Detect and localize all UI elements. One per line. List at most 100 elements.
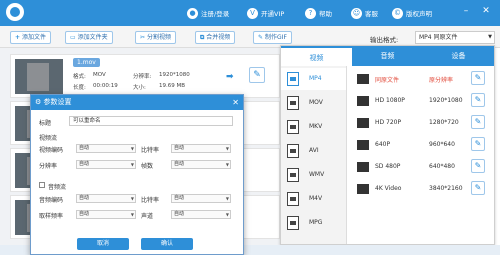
copyright-label: 版权声明 (406, 10, 432, 18)
preset-row[interactable]: HD 1080P 1920*1080 ✎ (357, 92, 489, 110)
cancel-button[interactable]: 取消 (77, 238, 129, 250)
copyright-button[interactable]: © 版权声明 (392, 6, 432, 20)
make-gif-label: 制作GIF (265, 34, 287, 41)
bitrate-select[interactable]: 自动 (171, 144, 231, 153)
preset-resolution: 1280*720 (429, 119, 459, 126)
title-input[interactable]: 可以重命名 (69, 116, 233, 126)
dialog-header: ⚙ 参数设置 ✕ (31, 95, 243, 110)
audio-bitrate-select[interactable]: 自动 (171, 194, 231, 203)
preset-name: HD 1080P (375, 97, 405, 104)
preset-row[interactable]: HD 720P 1280*720 ✎ (357, 114, 489, 132)
dialog-title: 参数设置 (43, 98, 72, 106)
video-codec-select[interactable]: 自动 (76, 144, 136, 153)
video-thumbnail (15, 59, 63, 94)
vip-button[interactable]: V 开通VIP (247, 6, 284, 20)
format-item-m4v[interactable]: M4V (281, 188, 346, 210)
user-icon: ● (187, 7, 198, 19)
make-gif-button[interactable]: ✎ 制作GIF (253, 31, 292, 44)
film-icon (357, 162, 369, 172)
login-label: 注册/登录 (201, 10, 230, 18)
login-button[interactable]: ● 注册/登录 (187, 6, 229, 20)
preset-edit-button[interactable]: ✎ (471, 93, 485, 107)
audio-stream-checkbox[interactable] (39, 182, 45, 188)
resolution-select[interactable]: 自动 (76, 160, 136, 169)
preset-edit-button[interactable]: ✎ (471, 71, 485, 85)
format-item-mp4[interactable]: MP4 (281, 68, 346, 90)
help-label: 帮助 (319, 10, 332, 18)
convert-arrow-icon: ➡ (226, 72, 234, 82)
film-icon (357, 96, 369, 106)
format-label: M4V (309, 195, 323, 202)
preset-resolution: 3840*2160 (429, 185, 463, 192)
preset-row[interactable]: 同原文件 原分辨率 ✎ (357, 70, 489, 88)
audio-codec-select[interactable]: 自动 (76, 194, 136, 203)
preset-row[interactable]: 640P 960*640 ✎ (357, 136, 489, 154)
samplerate-select[interactable]: 自动 (76, 210, 136, 219)
copyright-icon: © (392, 7, 403, 19)
add-folder-button[interactable]: ▭ 添加文件夹 (65, 31, 113, 44)
format-label: MKV (309, 123, 323, 130)
split-video-label: 分割视频 (147, 34, 172, 41)
video-codec-label: 视频编码 (39, 147, 64, 154)
preset-row[interactable]: 4K Video 3840*2160 ✎ (357, 180, 489, 198)
video-file-icon (287, 120, 299, 134)
preset-name: SD 480P (375, 163, 401, 170)
format-label: MPG (309, 219, 323, 226)
format-panel: 视频 音频 设备 MP4 MOV MKV AVI WMV M4V MPG 同原文… (280, 45, 495, 245)
preset-edit-button[interactable]: ✎ (471, 115, 485, 129)
add-file-label: 添加文件 (22, 34, 47, 41)
preset-name: HD 720P (375, 119, 402, 126)
preset-edit-button[interactable]: ✎ (471, 137, 485, 151)
channel-label: 声道 (141, 213, 154, 220)
preset-edit-button[interactable]: ✎ (471, 181, 485, 195)
tab-audio[interactable]: 音频 (352, 46, 423, 66)
video-file-icon (287, 192, 299, 206)
framerate-label: 帧数 (141, 163, 154, 170)
output-format-select[interactable]: MP4 同原文件 (415, 31, 495, 44)
file-row[interactable]: 1.mov 格式: MOV 分辨率: 1920*1080 长度: 00:00:1… (10, 54, 280, 98)
format-list: MP4 MOV MKV AVI WMV M4V MPG (281, 66, 347, 244)
edit-settings-button[interactable]: ✎ (249, 67, 265, 83)
format-item-mov[interactable]: MOV (281, 92, 346, 114)
tab-device[interactable]: 设备 (423, 46, 494, 66)
preset-row[interactable]: SD 480P 640*480 ✎ (357, 158, 489, 176)
samplerate-label: 取样频率 (39, 213, 64, 220)
minimize-button[interactable]: – (460, 5, 472, 17)
size-value: 19.69 MB (159, 83, 186, 89)
channel-select[interactable]: 自动 (171, 210, 231, 219)
format-item-wmv[interactable]: WMV (281, 164, 346, 186)
preset-resolution: 1920*1080 (429, 97, 463, 104)
format-item-mkv[interactable]: MKV (281, 116, 346, 138)
framerate-select[interactable]: 自动 (171, 160, 231, 169)
tab-video[interactable]: 视频 (281, 46, 352, 66)
add-file-button[interactable]: + 添加文件 (10, 31, 52, 44)
preset-name: 4K Video (375, 185, 402, 192)
file-name[interactable]: 1.mov (73, 58, 100, 67)
service-icon: ☺ (351, 7, 362, 19)
split-video-button[interactable]: ✂ 分割视频 (135, 31, 177, 44)
confirm-button[interactable]: 确认 (141, 238, 193, 250)
service-button[interactable]: ☺ 客服 (351, 6, 378, 20)
film-icon (357, 118, 369, 128)
close-button[interactable]: ✕ (480, 5, 492, 17)
help-button[interactable]: ? 帮助 (305, 6, 332, 20)
preset-resolution: 960*640 (429, 141, 455, 148)
preset-edit-button[interactable]: ✎ (471, 159, 485, 173)
video-file-icon (287, 216, 299, 230)
merge-video-button[interactable]: ⧉ 合并视频 (195, 31, 236, 44)
format-item-avi[interactable]: AVI (281, 140, 346, 162)
video-file-icon (287, 168, 299, 182)
resolution-label: 分辨率 (39, 163, 58, 170)
format-label: WMV (309, 171, 325, 178)
merge-video-label: 合并视频 (206, 34, 231, 41)
vip-icon: V (247, 7, 258, 19)
dialog-close-button[interactable]: ✕ (232, 95, 239, 110)
app-logo (6, 3, 24, 21)
preset-resolution: 原分辨率 (429, 77, 454, 84)
format-item-mpg[interactable]: MPG (281, 212, 346, 234)
vip-label: 开通VIP (261, 10, 285, 18)
video-file-icon (287, 72, 299, 86)
size-label: 大小: (133, 85, 146, 91)
format-tabs: 视频 音频 设备 (281, 46, 494, 66)
scissors-icon: ✂ (140, 34, 146, 41)
